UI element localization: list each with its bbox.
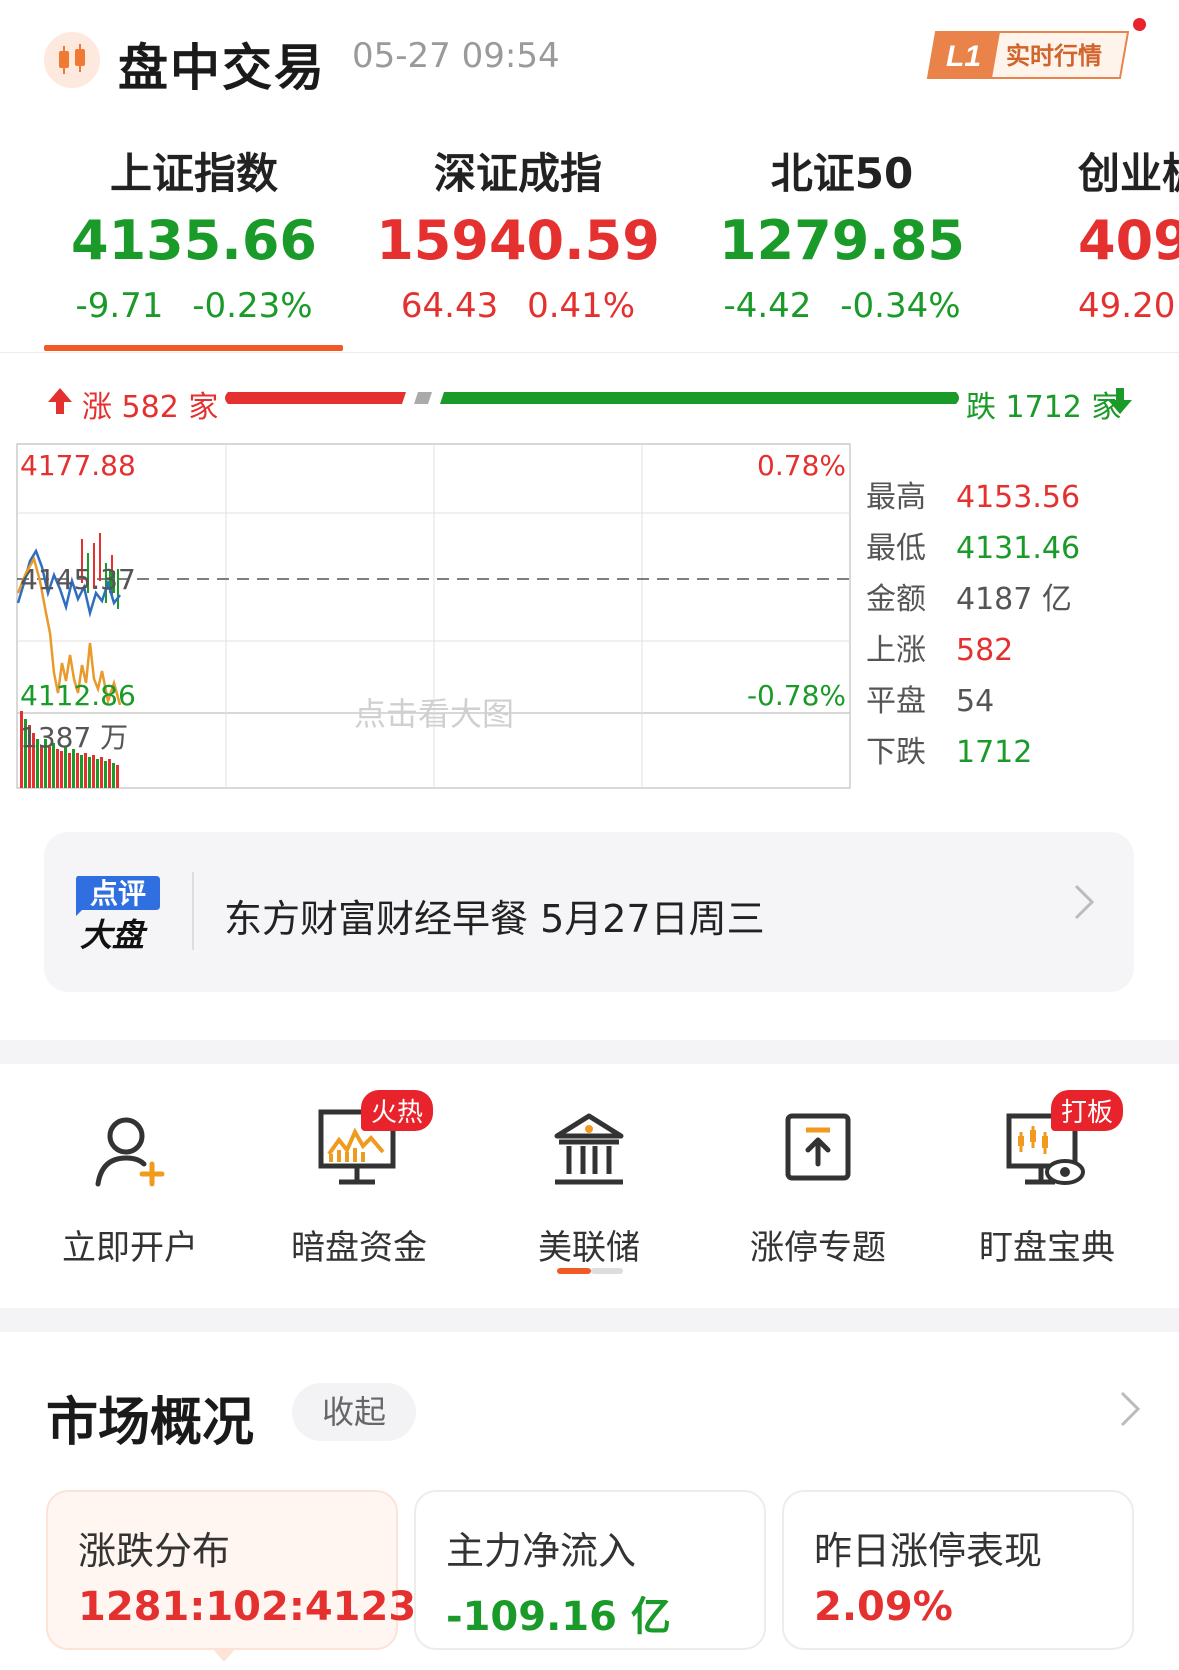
index-value: 4135.66 bbox=[71, 209, 317, 272]
shortcut-open-account[interactable]: 立即开户 bbox=[20, 1102, 240, 1269]
shortcut-label: 美联储 bbox=[538, 1228, 640, 1268]
card-rise-fall-distribution[interactable]: 涨跌分布 1281:102:4123 bbox=[46, 1490, 416, 1650]
shortcut-dark-pool[interactable]: 火热 暗盘资金 bbox=[249, 1090, 469, 1269]
stat-high: 最高 4153.56 bbox=[866, 480, 1081, 515]
user-add-icon bbox=[80, 1102, 180, 1202]
index-card-shenzhen[interactable]: 深证成指 15940.59 64.43 0.41% bbox=[358, 140, 678, 326]
index-change: 49.20 bbox=[1078, 286, 1176, 326]
shortcut-watch-guide[interactable]: 打板 盯盘宝典 bbox=[937, 1090, 1157, 1269]
index-pct: -0.34% bbox=[840, 286, 961, 326]
index-value: 4092 bbox=[1078, 209, 1179, 272]
divider bbox=[0, 352, 1179, 353]
breadth-down-segment bbox=[440, 392, 959, 404]
chart-top-pct: 0.78% bbox=[757, 449, 846, 482]
chart-bottom-price: 4112.86 bbox=[20, 679, 136, 712]
index-value: 15940.59 bbox=[376, 209, 660, 272]
market-comment-badge: 点评 大盘 bbox=[72, 872, 162, 954]
index-pct: 0.41% bbox=[527, 286, 636, 326]
section-divider bbox=[0, 1040, 1179, 1064]
board-tag: 打板 bbox=[1051, 1090, 1124, 1131]
index-name: 北证50 bbox=[770, 149, 914, 198]
card-value: 1281:102:4123 bbox=[78, 1584, 417, 1630]
index-value: 1279.85 bbox=[719, 209, 965, 272]
card-main-net-inflow[interactable]: 主力净流入 -109.16 亿 bbox=[414, 1490, 766, 1650]
chevron-right-icon bbox=[1072, 882, 1096, 933]
fall-count: 跌 1712 家 bbox=[966, 390, 1122, 425]
breadth-bar bbox=[222, 390, 962, 410]
stat-flat: 平盘 54 bbox=[866, 684, 995, 719]
divider bbox=[192, 872, 194, 950]
intraday-chart[interactable]: 4177.88 0.78% 4145.37 4112.86 -0.78% 138… bbox=[16, 443, 851, 789]
index-card-shanghai[interactable]: 上证指数 4135.66 -9.71 -0.23% bbox=[34, 140, 354, 326]
svg-text:大盘: 大盘 bbox=[80, 916, 148, 952]
chart-volume: 1387 万 bbox=[20, 721, 128, 754]
news-headline: 东方财富财经早餐 5月27日周三 bbox=[224, 897, 765, 941]
monitor-chart-icon: 火热 bbox=[309, 1090, 434, 1202]
card-title: 主力净流入 bbox=[446, 1529, 637, 1573]
index-change: 64.43 bbox=[400, 286, 499, 326]
market-overview-title: 市场概况 bbox=[46, 1393, 255, 1453]
pager-track bbox=[591, 1268, 623, 1274]
index-change: -4.42 bbox=[723, 286, 812, 326]
chart-watermark: 点击看大图 bbox=[354, 695, 514, 733]
watch-screen-icon: 打板 bbox=[997, 1090, 1124, 1202]
l1-label: L1 bbox=[946, 40, 981, 73]
stat-fall: 下跌 1712 bbox=[866, 735, 1033, 770]
limit-up-icon bbox=[768, 1102, 868, 1202]
collapse-button[interactable]: 收起 bbox=[292, 1383, 416, 1441]
index-change: -9.71 bbox=[75, 286, 164, 326]
section-divider bbox=[0, 1308, 1179, 1332]
realtime-label: 实时行情 bbox=[1006, 42, 1102, 70]
index-name: 深证成指 bbox=[433, 149, 602, 198]
chart-mid-price: 4145.37 bbox=[20, 563, 136, 596]
card-title: 昨日涨停表现 bbox=[814, 1529, 1043, 1573]
selected-card-pointer bbox=[212, 1648, 236, 1662]
chart-bottom-pct: -0.78% bbox=[747, 679, 846, 712]
index-card-bse50[interactable]: 北证50 1279.85 -4.42 -0.34% bbox=[682, 140, 1002, 326]
shortcut-label: 盯盘宝典 bbox=[979, 1228, 1115, 1268]
rise-count: 涨 582 家 bbox=[82, 390, 219, 425]
stat-amount: 金额 4187 亿 bbox=[866, 582, 1072, 617]
chart-top-price: 4177.88 bbox=[20, 449, 136, 482]
card-value: 2.09% bbox=[814, 1584, 953, 1630]
shortcut-limit-up[interactable]: 涨停专题 bbox=[708, 1102, 928, 1269]
shortcut-fed[interactable]: 美联储 bbox=[479, 1102, 699, 1269]
svg-text:点评: 点评 bbox=[90, 877, 146, 910]
candlestick-logo-icon bbox=[59, 44, 85, 74]
card-value: -109.16 亿 bbox=[446, 1594, 671, 1640]
arrow-up-icon bbox=[46, 386, 74, 420]
active-tab-indicator bbox=[44, 345, 343, 351]
bank-icon bbox=[539, 1102, 639, 1202]
realtime-quote-badge[interactable]: L1 实时行情 bbox=[924, 30, 1132, 80]
arrow-down-icon bbox=[1106, 386, 1134, 420]
shortcut-label: 涨停专题 bbox=[750, 1228, 886, 1268]
app-logo bbox=[44, 32, 100, 88]
chevron-right-icon[interactable] bbox=[1118, 1385, 1142, 1441]
page-title: 盘中交易 bbox=[118, 39, 326, 97]
shortcut-label: 立即开户 bbox=[62, 1228, 198, 1268]
hot-tag: 火热 bbox=[361, 1090, 434, 1131]
news-card[interactable]: 点评 大盘 东方财富财经早餐 5月27日周三 bbox=[44, 832, 1134, 992]
datetime: 05-27 09:54 bbox=[352, 36, 560, 76]
index-card-chinext[interactable]: 创业板 4092 49.20 bbox=[1038, 140, 1179, 340]
breadth-up-segment bbox=[225, 392, 406, 404]
index-name: 上证指数 bbox=[109, 149, 278, 198]
index-name: 创业板 bbox=[1078, 149, 1179, 198]
notification-dot bbox=[1133, 18, 1146, 31]
stat-low: 最低 4131.46 bbox=[866, 531, 1081, 566]
index-pct: -0.23% bbox=[192, 286, 313, 326]
breadth-flat-segment bbox=[414, 392, 432, 404]
shortcut-label: 暗盘资金 bbox=[291, 1228, 427, 1268]
card-yesterday-limit-up[interactable]: 昨日涨停表现 2.09% bbox=[782, 1490, 1134, 1650]
stat-rise: 上涨 582 bbox=[866, 633, 1014, 668]
card-title: 涨跌分布 bbox=[78, 1529, 231, 1573]
pager-active bbox=[557, 1268, 591, 1274]
